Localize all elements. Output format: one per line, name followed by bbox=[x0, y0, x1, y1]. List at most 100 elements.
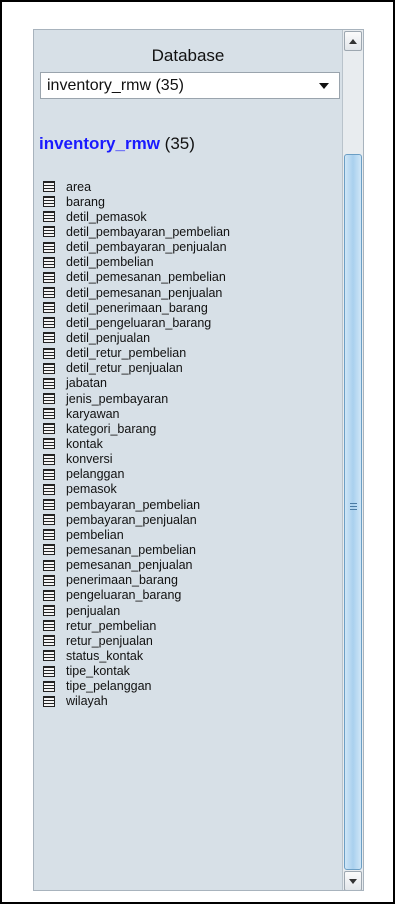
table-icon[interactable] bbox=[43, 408, 55, 420]
table-name-link[interactable]: karyawan bbox=[66, 407, 120, 421]
table-list-item[interactable]: pengeluaran_barang bbox=[43, 588, 338, 603]
table-icon[interactable] bbox=[43, 287, 55, 299]
table-list-item[interactable]: barang bbox=[43, 194, 338, 209]
table-icon[interactable] bbox=[43, 499, 55, 511]
table-name-link[interactable]: detil_penerimaan_barang bbox=[66, 301, 208, 315]
table-icon[interactable] bbox=[43, 468, 55, 480]
table-icon[interactable] bbox=[43, 559, 55, 571]
table-icon[interactable] bbox=[43, 332, 55, 344]
table-list-item[interactable]: pembayaran_pembelian bbox=[43, 497, 338, 512]
table-name-link[interactable]: pemesanan_penjualan bbox=[66, 558, 193, 572]
table-icon[interactable] bbox=[43, 605, 55, 616]
table-icon[interactable] bbox=[43, 226, 55, 238]
table-list-item[interactable]: area bbox=[43, 179, 338, 194]
table-name-link[interactable]: detil_pemesanan_pembelian bbox=[66, 270, 226, 284]
table-icon[interactable] bbox=[43, 665, 55, 677]
table-list-item[interactable]: wilayah bbox=[43, 694, 338, 709]
table-list-item[interactable]: penerimaan_barang bbox=[43, 573, 338, 588]
table-name-link[interactable]: kontak bbox=[66, 437, 103, 451]
table-list-item[interactable]: detil_pemesanan_pembelian bbox=[43, 270, 338, 285]
table-name-link[interactable]: pemasok bbox=[66, 482, 117, 496]
table-list-item[interactable]: status_kontak bbox=[43, 648, 338, 663]
table-list-item[interactable]: pemasok bbox=[43, 482, 338, 497]
table-list-item[interactable]: detil_retur_pembelian bbox=[43, 346, 338, 361]
table-name-link[interactable]: penerimaan_barang bbox=[66, 573, 178, 587]
table-name-link[interactable]: detil_pengeluaran_barang bbox=[66, 316, 211, 330]
table-list-item[interactable]: detil_penerimaan_barang bbox=[43, 300, 338, 315]
table-icon[interactable] bbox=[43, 589, 55, 601]
table-icon[interactable] bbox=[43, 362, 55, 374]
table-icon[interactable] bbox=[43, 680, 55, 692]
table-icon[interactable] bbox=[43, 393, 55, 405]
table-name-link[interactable]: detil_pembayaran_pembelian bbox=[66, 225, 230, 239]
table-icon[interactable] bbox=[43, 635, 55, 647]
table-list-item[interactable]: pembayaran_penjualan bbox=[43, 512, 338, 527]
table-icon[interactable] bbox=[43, 196, 55, 208]
table-name-link[interactable]: pembayaran_pembelian bbox=[66, 498, 200, 512]
table-icon[interactable] bbox=[43, 317, 55, 329]
table-name-link[interactable]: pembelian bbox=[66, 528, 124, 542]
table-name-link[interactable]: retur_pembelian bbox=[66, 619, 156, 633]
table-list-item[interactable]: konversi bbox=[43, 452, 338, 467]
table-icon[interactable] bbox=[43, 271, 55, 283]
table-list-item[interactable]: pembelian bbox=[43, 527, 338, 542]
table-list-item[interactable]: pemesanan_penjualan bbox=[43, 558, 338, 573]
table-list-item[interactable]: pelanggan bbox=[43, 467, 338, 482]
table-icon[interactable] bbox=[43, 241, 55, 253]
table-list-item[interactable]: detil_pembayaran_penjualan bbox=[43, 240, 338, 255]
table-name-link[interactable]: barang bbox=[66, 195, 105, 209]
table-icon[interactable] bbox=[43, 574, 55, 586]
table-name-link[interactable]: status_kontak bbox=[66, 649, 143, 663]
table-list-item[interactable]: kategori_barang bbox=[43, 421, 338, 436]
table-icon[interactable] bbox=[43, 695, 55, 707]
table-name-link[interactable]: pengeluaran_barang bbox=[66, 588, 181, 602]
table-list-item[interactable]: karyawan bbox=[43, 406, 338, 421]
database-select[interactable]: inventory_rmw (35) bbox=[40, 72, 340, 99]
table-list-item[interactable]: kontak bbox=[43, 436, 338, 451]
table-icon[interactable] bbox=[43, 620, 55, 632]
table-name-link[interactable]: detil_retur_pembelian bbox=[66, 346, 186, 360]
table-list-item[interactable]: retur_pembelian bbox=[43, 618, 338, 633]
table-icon[interactable] bbox=[43, 438, 55, 450]
table-list-item[interactable]: jabatan bbox=[43, 376, 338, 391]
table-name-link[interactable]: wilayah bbox=[66, 694, 108, 708]
table-name-link[interactable]: detil_pembelian bbox=[66, 255, 154, 269]
table-icon[interactable] bbox=[43, 483, 55, 495]
table-list-item[interactable]: retur_penjualan bbox=[43, 633, 338, 648]
scroll-up-button[interactable] bbox=[344, 31, 362, 51]
table-icon[interactable] bbox=[43, 423, 55, 435]
table-icon[interactable] bbox=[43, 529, 55, 541]
table-icon[interactable] bbox=[43, 514, 55, 526]
table-list-item[interactable]: penjualan bbox=[43, 603, 338, 618]
scroll-thumb[interactable] bbox=[344, 154, 362, 870]
table-icon[interactable] bbox=[43, 377, 55, 389]
table-list-item[interactable]: detil_pembelian bbox=[43, 255, 338, 270]
table-icon[interactable] bbox=[43, 347, 55, 359]
table-list-item[interactable]: tipe_kontak bbox=[43, 664, 338, 679]
table-list-item[interactable]: detil_retur_penjualan bbox=[43, 361, 338, 376]
table-icon[interactable] bbox=[43, 211, 55, 223]
table-name-link[interactable]: detil_pemasok bbox=[66, 210, 147, 224]
table-name-link[interactable]: pelanggan bbox=[66, 467, 124, 481]
table-name-link[interactable]: penjualan bbox=[66, 604, 120, 618]
table-name-link[interactable]: pemesanan_pembelian bbox=[66, 543, 196, 557]
table-list-item[interactable]: detil_pemasok bbox=[43, 209, 338, 224]
scroll-down-button[interactable] bbox=[344, 871, 362, 890]
table-name-link[interactable]: detil_penjualan bbox=[66, 331, 150, 345]
table-name-link[interactable]: retur_penjualan bbox=[66, 634, 153, 648]
table-name-link[interactable]: kategori_barang bbox=[66, 422, 156, 436]
table-name-link[interactable]: tipe_pelanggan bbox=[66, 679, 152, 693]
table-icon[interactable] bbox=[43, 302, 55, 314]
table-name-link[interactable]: konversi bbox=[66, 452, 113, 466]
vertical-scrollbar[interactable] bbox=[342, 30, 363, 890]
table-name-link[interactable]: pembayaran_penjualan bbox=[66, 513, 197, 527]
table-list-item[interactable]: pemesanan_pembelian bbox=[43, 542, 338, 557]
database-link[interactable]: inventory_rmw bbox=[39, 134, 160, 153]
table-list-item[interactable]: detil_penjualan bbox=[43, 330, 338, 345]
table-list-item[interactable]: tipe_pelanggan bbox=[43, 679, 338, 694]
table-icon[interactable] bbox=[43, 256, 55, 268]
table-list-item[interactable]: jenis_pembayaran bbox=[43, 391, 338, 406]
table-name-link[interactable]: tipe_kontak bbox=[66, 664, 130, 678]
table-list-item[interactable]: detil_pemesanan_penjualan bbox=[43, 285, 338, 300]
table-name-link[interactable]: jenis_pembayaran bbox=[66, 392, 168, 406]
